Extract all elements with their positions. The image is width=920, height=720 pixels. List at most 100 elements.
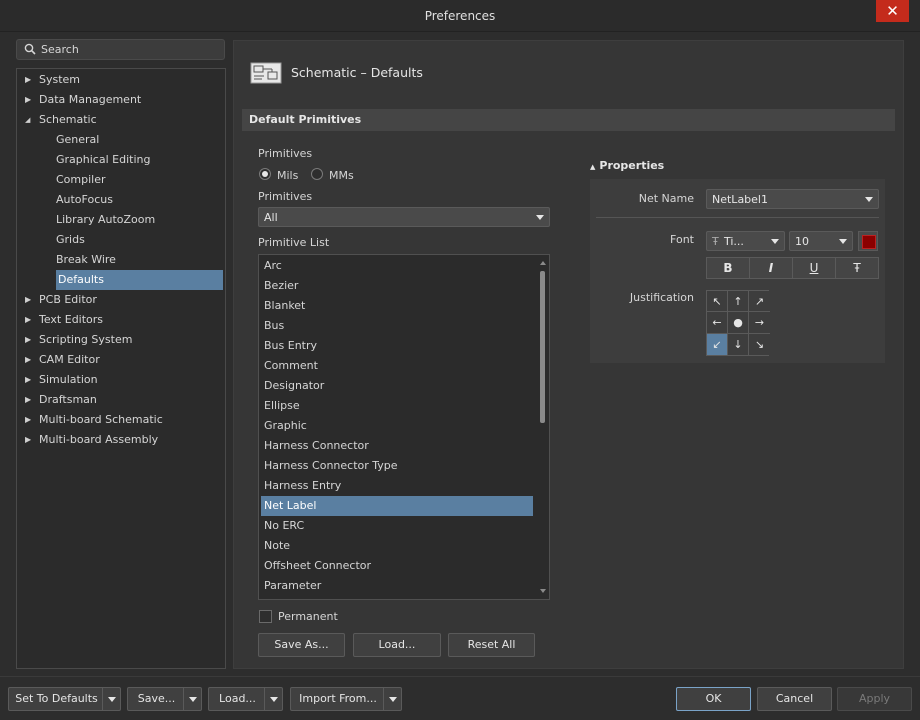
- net-name-select[interactable]: NetLabel1: [706, 189, 879, 209]
- list-item[interactable]: Harness Entry: [261, 476, 533, 496]
- set-to-defaults-button[interactable]: Set To Defaults: [9, 688, 104, 710]
- justify-bottom-right-button[interactable]: ↘: [749, 333, 770, 355]
- import-from-dropdown-icon[interactable]: [383, 688, 401, 710]
- footer-load-button[interactable]: Load...: [209, 688, 266, 710]
- scrollbar-thumb[interactable]: [540, 271, 545, 423]
- properties-header[interactable]: ▲ Properties: [590, 159, 664, 172]
- expand-arrow-icon[interactable]: ▶: [25, 290, 35, 310]
- scroll-down-icon[interactable]: [540, 589, 546, 593]
- tree-item[interactable]: ◢ Schematic: [17, 110, 225, 130]
- list-item[interactable]: Harness Connector: [261, 436, 533, 456]
- primitive-list[interactable]: Parameter Offsheet Connector Note No ERC Net…: [258, 254, 550, 600]
- tree-item[interactable]: ▶ Draftsman: [17, 390, 225, 410]
- justify-bottom-center-button[interactable]: ↓: [728, 333, 749, 355]
- tree-item[interactable]: Break Wire: [17, 250, 225, 270]
- expand-arrow-icon[interactable]: ▶: [25, 430, 35, 450]
- expand-arrow-icon[interactable]: ▶: [25, 390, 35, 410]
- list-item[interactable]: Designator: [261, 376, 533, 396]
- net-name-value: NetLabel1: [712, 193, 768, 206]
- preferences-tree[interactable]: ▶ System ▶ Data Management ◢ Schematic General…: [16, 68, 226, 669]
- justify-middle-right-button[interactable]: →: [749, 312, 770, 334]
- expand-arrow-icon[interactable]: ▶: [25, 370, 35, 390]
- reset-all-button[interactable]: Reset All: [448, 633, 535, 657]
- list-item[interactable]: Offsheet Connector: [261, 556, 533, 576]
- list-item[interactable]: Bus: [261, 316, 533, 336]
- close-button[interactable]: ✕: [876, 0, 909, 22]
- list-item[interactable]: Bus Entry: [261, 336, 533, 356]
- save-button[interactable]: Save...: [128, 688, 185, 710]
- mms-radio[interactable]: [311, 168, 323, 180]
- justify-bottom-left-button[interactable]: ↙: [707, 333, 728, 355]
- tree-item[interactable]: Grids: [17, 230, 225, 250]
- justify-top-center-button[interactable]: ↑: [728, 291, 749, 313]
- tree-item-label: Grids: [56, 233, 85, 246]
- collapse-arrow-icon[interactable]: ◢: [25, 110, 35, 130]
- list-item[interactable]: Harness Connector Type: [261, 456, 533, 476]
- justify-top-left-button[interactable]: ↖: [707, 291, 728, 313]
- tree-item[interactable]: ▶ Scripting System: [17, 330, 225, 350]
- set-to-defaults-dropdown-icon[interactable]: [102, 688, 120, 710]
- save-split-button[interactable]: Save...: [127, 687, 202, 711]
- primitives-filter-select[interactable]: All: [258, 207, 550, 227]
- tree-item[interactable]: ▶ Multi-board Assembly: [17, 430, 225, 450]
- list-item[interactable]: Bezier: [261, 276, 533, 296]
- font-size-select[interactable]: 10: [789, 231, 853, 251]
- expand-arrow-icon[interactable]: ▶: [25, 330, 35, 350]
- expand-arrow-icon[interactable]: ▶: [25, 310, 35, 330]
- italic-button[interactable]: I: [750, 258, 793, 278]
- font-family-select[interactable]: Ŧ Ti...: [706, 231, 785, 251]
- list-item[interactable]: Comment: [261, 356, 533, 376]
- tree-item[interactable]: ▶ PCB Editor: [17, 290, 225, 310]
- expand-arrow-icon[interactable]: ▶: [25, 90, 35, 110]
- tree-item-label: Simulation: [39, 373, 98, 386]
- expand-arrow-icon[interactable]: ▶: [25, 350, 35, 370]
- list-item[interactable]: Arc: [261, 256, 533, 276]
- tree-item[interactable]: Defaults: [17, 270, 225, 290]
- tree-item[interactable]: ▶ Multi-board Schematic: [17, 410, 225, 430]
- save-dropdown-icon[interactable]: [183, 688, 201, 710]
- strikethrough-button[interactable]: Ŧ: [836, 258, 878, 278]
- mms-label: MMs: [329, 169, 354, 182]
- bold-button[interactable]: B: [707, 258, 750, 278]
- load-button[interactable]: Load...: [353, 633, 441, 657]
- primitive-list-label: Primitive List: [258, 236, 330, 249]
- justify-center-button[interactable]: ●: [728, 312, 749, 334]
- expand-arrow-icon[interactable]: ▶: [25, 410, 35, 430]
- tree-item[interactable]: ▶ Simulation: [17, 370, 225, 390]
- justify-top-right-button[interactable]: ↗: [749, 291, 770, 313]
- scroll-up-icon[interactable]: [540, 261, 546, 265]
- font-color-swatch[interactable]: [858, 231, 878, 251]
- schematic-page-icon: [250, 62, 282, 84]
- set-to-defaults-split-button[interactable]: Set To Defaults: [8, 687, 121, 711]
- load-split-button[interactable]: Load...: [208, 687, 283, 711]
- expand-arrow-icon[interactable]: ▶: [25, 70, 35, 90]
- list-item[interactable]: Graphic: [261, 416, 533, 436]
- tree-item[interactable]: ▶ CAM Editor: [17, 350, 225, 370]
- tree-item[interactable]: ▶ Text Editors: [17, 310, 225, 330]
- mils-radio[interactable]: [259, 168, 271, 180]
- load-dropdown-icon[interactable]: [264, 688, 282, 710]
- search-input[interactable]: Search: [16, 39, 225, 60]
- list-item[interactable]: No ERC: [261, 516, 533, 536]
- tree-item[interactable]: Library AutoZoom: [17, 210, 225, 230]
- tree-item[interactable]: Compiler: [17, 170, 225, 190]
- list-item[interactable]: Note: [261, 536, 533, 556]
- justify-middle-left-button[interactable]: ←: [707, 312, 728, 334]
- tree-item[interactable]: ▶ System: [17, 70, 225, 90]
- cancel-button[interactable]: Cancel: [757, 687, 832, 711]
- permanent-checkbox[interactable]: [259, 610, 272, 623]
- list-item[interactable]: Ellipse: [261, 396, 533, 416]
- apply-button[interactable]: Apply: [837, 687, 912, 711]
- list-item[interactable]: Parameter: [261, 576, 533, 596]
- list-item[interactable]: Blanket: [261, 296, 533, 316]
- underline-button[interactable]: U: [793, 258, 836, 278]
- tree-item[interactable]: ▶ Data Management: [17, 90, 225, 110]
- tree-item[interactable]: AutoFocus: [17, 190, 225, 210]
- tree-item[interactable]: General: [17, 130, 225, 150]
- tree-item[interactable]: Graphical Editing: [17, 150, 225, 170]
- import-from-button[interactable]: Import From...: [291, 688, 385, 710]
- save-as-button[interactable]: Save As...: [258, 633, 345, 657]
- ok-button[interactable]: OK: [676, 687, 751, 711]
- import-from-split-button[interactable]: Import From...: [290, 687, 402, 711]
- list-item[interactable]: Net Label: [261, 496, 533, 516]
